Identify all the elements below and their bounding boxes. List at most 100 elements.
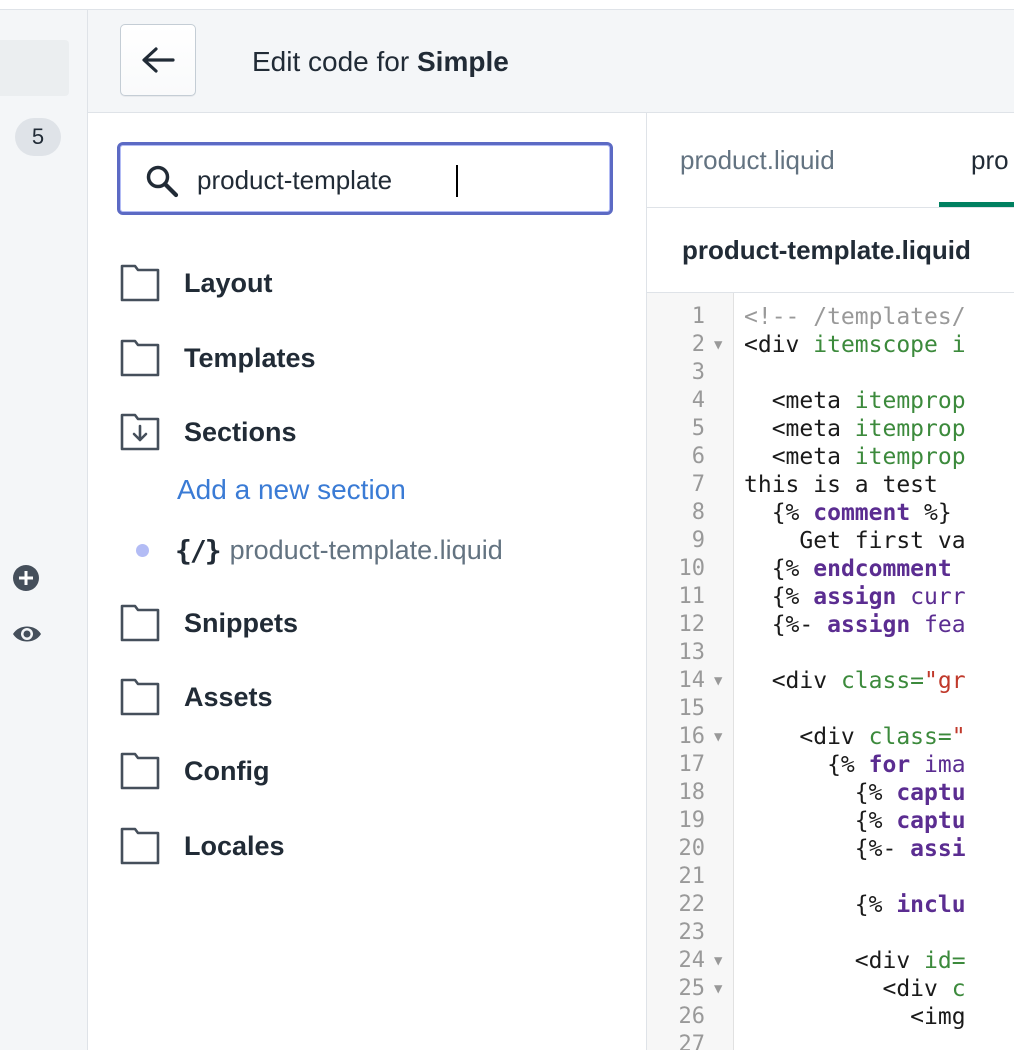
fold-arrow-icon[interactable]: ▼ [714,947,722,975]
code-line: 9 Get first va [647,527,1014,555]
line-number: 15 [678,696,706,721]
code-text: <meta itemprop [744,444,966,470]
line-number: 13 [678,640,706,665]
folder-icon [120,604,160,642]
line-number: 3 [691,360,705,385]
code-line: 27 [647,1031,1014,1050]
file-label: product-template.liquid [229,534,503,565]
folder-assets[interactable]: Assets [120,677,273,717]
code-line: 23 [647,919,1014,947]
line-number: 5 [691,416,705,441]
plus-circle-icon[interactable] [11,563,41,593]
code-line: 17 {% for ima [647,751,1014,779]
line-number: 16 [678,724,706,749]
line-number: 23 [678,920,706,945]
tab-product-template-liquid[interactable]: pro [971,145,1009,176]
file-sidebar: Layout Templates Sections Add a new sect… [88,113,647,1050]
code-line: 24 ▼ <div id= [647,947,1014,975]
code-text: {% assign curr [744,584,966,610]
code-text: {% for ima [744,752,966,778]
code-text: this is a test [744,472,938,498]
line-number: 24 [678,948,706,973]
page-header: Edit code for Simple [88,10,1014,113]
fold-arrow-icon[interactable]: ▼ [714,667,722,695]
line-number: 22 [678,892,706,917]
code-area[interactable]: 1 <!-- /templates/2 ▼ <div itemscope i34 <m… [647,293,1014,1050]
eye-icon[interactable] [11,619,41,649]
line-number: 7 [691,472,705,497]
line-number: 10 [678,556,706,581]
code-text: <img [744,1004,966,1030]
folder-config[interactable]: Config [120,751,269,791]
code-editor-panel: product.liquid pro product-template.liqu… [647,113,1014,1050]
folder-icon [120,264,160,302]
folder-label: Layout [184,267,273,298]
code-text: {%- assi [744,836,966,862]
code-text: <!-- /templates/ [744,304,966,330]
code-line: 10 {% endcomment [647,555,1014,583]
file-title: product-template.liquid [682,235,971,265]
folder-locales[interactable]: Locales [120,826,285,866]
folder-snippets[interactable]: Snippets [120,603,298,643]
arrow-left-icon [142,47,175,73]
line-number: 19 [678,808,706,833]
code-line: 2 ▼ <div itemscope i [647,331,1014,359]
code-line: 19 {% captu [647,807,1014,835]
line-number: 4 [691,388,705,413]
folder-open-icon [120,413,160,451]
code-line: 21 [647,863,1014,891]
editor-tabs: product.liquid pro [647,113,1014,208]
code-text: <div c [744,976,966,1002]
tab-product-liquid[interactable]: product.liquid [680,145,835,176]
code-text: <div id= [744,948,966,974]
code-text: <div class="gr [744,668,966,694]
code-text: {% captu [744,808,966,834]
code-line: 18 {% captu [647,779,1014,807]
liquid-file-icon: {/} [175,533,222,567]
theme-name: Simple [416,46,509,77]
search-input[interactable] [197,163,577,197]
fold-arrow-icon[interactable]: ▼ [714,331,722,359]
code-line: 1 <!-- /templates/ [647,303,1014,331]
line-number: 8 [691,500,705,525]
code-text: <div itemscope i [744,332,966,358]
code-text: {% captu [744,780,966,806]
folder-layout[interactable]: Layout [120,263,273,303]
add-new-section-link[interactable]: Add a new section [177,474,406,506]
line-number: 18 [678,780,706,805]
top-bar [0,0,1014,10]
back-button[interactable] [120,24,196,96]
fold-arrow-icon[interactable]: ▼ [714,723,722,751]
code-text: {% comment %} [744,500,952,526]
code-line: 26 <img [647,1003,1014,1031]
line-number: 6 [691,444,705,469]
code-text: {%- assign fea [744,612,966,638]
fold-arrow-icon[interactable]: ▼ [714,975,722,1003]
line-number: 12 [678,612,706,637]
folder-label: Assets [184,681,273,712]
text-cursor [456,165,458,197]
code-text: <div class=" [744,724,966,750]
file-item-product-template[interactable]: {/} product-template.liquid [136,532,503,568]
search-box[interactable] [117,142,613,215]
rail-nav-item[interactable] [0,40,69,96]
modified-dot [136,543,149,557]
folder-icon [120,827,160,865]
code-line: 11 {% assign curr [647,583,1014,611]
line-number: 9 [691,528,705,553]
line-number: 25 [678,976,706,1001]
folder-label: Config [184,755,270,786]
code-line: 6 <meta itemprop [647,443,1014,471]
code-text: Get first va [744,528,966,554]
folder-templates[interactable]: Templates [120,338,316,378]
line-number: 11 [678,584,706,609]
code-text: <meta itemprop [744,416,966,442]
code-text: <meta itemprop [744,388,966,414]
code-line: 16 ▼ <div class=" [647,723,1014,751]
line-number: 21 [678,864,706,889]
code-line: 13 [647,639,1014,667]
line-number: 1 [691,304,705,329]
line-number: 26 [678,1004,706,1029]
title-prefix: Edit code for [252,46,417,77]
folder-sections[interactable]: Sections [120,412,297,452]
